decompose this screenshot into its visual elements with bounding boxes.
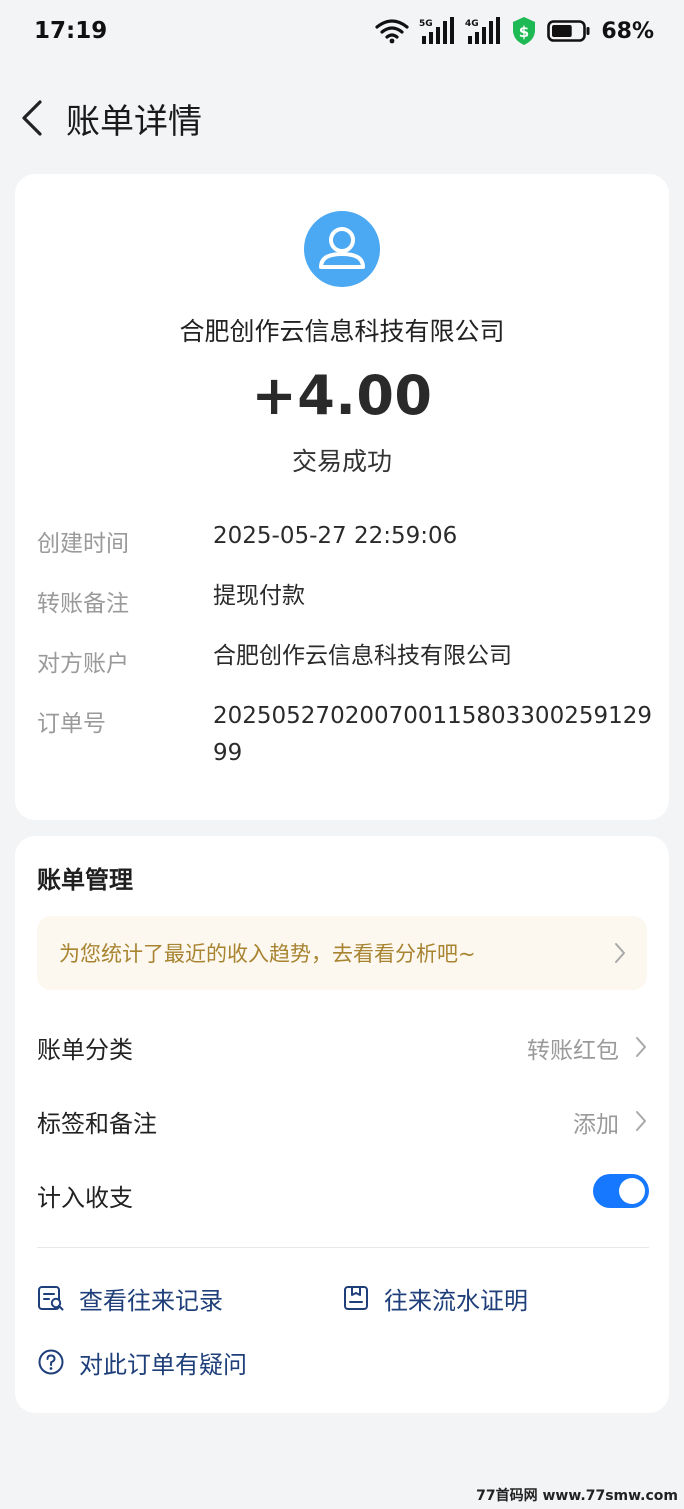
transaction-card: 合肥创作云信息科技有限公司 +4.00 交易成功 创建时间 2025-05-27… — [15, 174, 669, 820]
screen: 17:19 5G 4G $ 68% 账单详情 合肥创作云信息科技有限公司 +4.… — [0, 0, 684, 1509]
income-trend-banner[interactable]: 为您统计了最近的收入趋势，去看看分析吧~ — [37, 916, 647, 990]
row-bill-category[interactable]: 账单分类 转账红包 — [37, 1016, 649, 1076]
back-button[interactable] — [14, 94, 54, 142]
row-label: 标签和备注 — [37, 1110, 157, 1138]
order-question-label: 对此订单有疑问 — [79, 1350, 247, 1379]
chevron-right-icon — [636, 1037, 646, 1057]
toggle-knob — [619, 1178, 645, 1204]
statement-proof-label: 往来流水证明 — [384, 1286, 528, 1315]
watermark: 77首码网 www.77smw.com — [476, 1488, 678, 1504]
record-list-icon — [38, 1286, 64, 1311]
order-number-value[interactable]: 20250527020070011580330025912999 — [213, 698, 653, 772]
status-bar: 17:19 5G 4G $ 68% — [0, 0, 684, 68]
include-in-ledger-toggle[interactable] — [593, 1174, 649, 1208]
row-include-in-ledger: 计入收支 — [37, 1164, 649, 1224]
transaction-status: 交易成功 — [291, 447, 392, 476]
avatar-icon — [304, 211, 380, 287]
detail-label: 转账备注 — [37, 591, 129, 617]
insight-text: 为您统计了最近的收入趋势，去看看分析吧~ — [59, 942, 476, 966]
view-history-link[interactable]: 查看往来记录 — [37, 1280, 223, 1316]
page-title: 账单详情 — [66, 102, 202, 142]
question-icon — [38, 1349, 64, 1375]
detail-label: 创建时间 — [37, 531, 129, 557]
battery-percent: 68% — [601, 18, 654, 44]
statement-proof-link[interactable]: 往来流水证明 — [342, 1280, 528, 1316]
row-label: 账单分类 — [37, 1036, 133, 1064]
signal-5g-icon: 5G — [419, 17, 455, 44]
row-tags-notes[interactable]: 标签和备注 添加 — [37, 1090, 649, 1150]
status-time: 17:19 — [34, 18, 108, 44]
row-label: 计入收支 — [37, 1184, 133, 1212]
chevron-right-icon — [615, 943, 625, 963]
statement-icon — [344, 1286, 368, 1310]
bill-management-card: 账单管理 为您统计了最近的收入趋势，去看看分析吧~ 账单分类 转账红包 标签和备… — [15, 836, 669, 1413]
payer-name: 合肥创作云信息科技有限公司 — [179, 317, 505, 346]
signal-4g-icon: 4G — [465, 17, 501, 44]
transaction-amount: +4.00 — [251, 364, 433, 427]
svg-text:4G: 4G — [465, 19, 479, 29]
section-title: 账单管理 — [37, 866, 133, 894]
shield-icon: $ — [513, 17, 536, 45]
divider — [37, 1247, 649, 1248]
detail-value: 合肥创作云信息科技有限公司 — [213, 643, 512, 669]
battery-icon — [547, 20, 590, 42]
status-icons: 5G 4G $ 68% — [375, 16, 654, 46]
detail-label: 订单号 — [37, 711, 106, 737]
svg-text:$: $ — [519, 23, 529, 41]
detail-label: 对方账户 — [37, 651, 129, 677]
detail-value: 提现付款 — [213, 583, 305, 609]
add-tag-value: 添加 — [573, 1112, 619, 1138]
page-header: 账单详情 — [0, 78, 684, 158]
detail-value: 2025-05-27 22:59:06 — [213, 523, 458, 549]
chevron-right-icon — [636, 1111, 646, 1131]
view-history-label: 查看往来记录 — [79, 1286, 223, 1315]
bill-category-value: 转账红包 — [527, 1038, 619, 1064]
order-question-link[interactable]: 对此订单有疑问 — [37, 1344, 247, 1380]
back-arrow-icon — [22, 100, 42, 136]
wifi-icon — [375, 19, 409, 44]
svg-text:5G: 5G — [419, 19, 433, 29]
